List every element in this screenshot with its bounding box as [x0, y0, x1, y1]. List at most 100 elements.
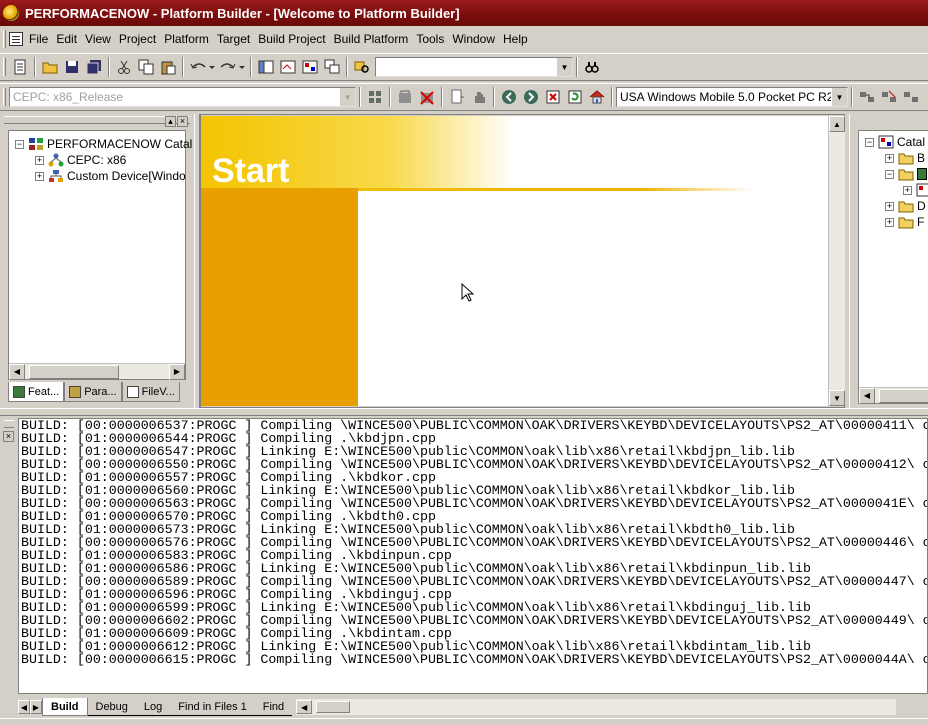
find-combo[interactable]: ▼: [375, 57, 573, 77]
undo-icon[interactable]: [187, 56, 217, 78]
output-hscroll[interactable]: ◀: [296, 699, 897, 715]
build-icon[interactable]: [364, 86, 386, 108]
new-file-icon[interactable]: [9, 56, 31, 78]
scroll-left-icon[interactable]: ◀: [9, 363, 25, 380]
windows-list-icon[interactable]: [321, 56, 343, 78]
catalog-item[interactable]: + D: [885, 199, 926, 213]
expand-icon[interactable]: +: [903, 185, 912, 195]
catalog-root[interactable]: − Catal: [865, 135, 925, 149]
pin-icon[interactable]: ▴: [165, 116, 176, 127]
tab-feature-view[interactable]: Feat...: [8, 382, 65, 402]
pane-gripper[interactable]: [4, 116, 190, 124]
hand-icon[interactable]: [468, 86, 490, 108]
app-icon[interactable]: [3, 5, 19, 21]
paste-icon[interactable]: [157, 56, 179, 78]
device-disconnect-icon[interactable]: [878, 86, 900, 108]
copy-icon[interactable]: [135, 56, 157, 78]
collapse-icon[interactable]: −: [885, 169, 894, 179]
chevron-down-icon[interactable]: ▼: [831, 88, 847, 106]
toolbar-separator: [108, 57, 110, 77]
scroll-down-icon[interactable]: ▼: [829, 390, 845, 406]
close-icon[interactable]: ×: [3, 431, 14, 442]
open-folder-icon[interactable]: [39, 56, 61, 78]
tab-find-in-files-1[interactable]: Find in Files 1: [170, 698, 255, 716]
menu-tools[interactable]: Tools: [412, 32, 448, 46]
catalog-item[interactable]: + F: [885, 215, 924, 229]
refresh-icon[interactable]: [564, 86, 586, 108]
close-icon[interactable]: ×: [177, 116, 188, 127]
workspace-hscroll[interactable]: ◀ ▶: [9, 363, 185, 380]
workspace-window-icon[interactable]: [255, 56, 277, 78]
catalog-subitem[interactable]: +: [903, 183, 928, 197]
save-all-icon[interactable]: [83, 56, 105, 78]
clean-icon[interactable]: [416, 86, 438, 108]
chevron-down-icon[interactable]: ▼: [556, 58, 572, 76]
redo-icon[interactable]: [217, 56, 247, 78]
tree-root[interactable]: − PERFORMACENOW Catal: [15, 137, 192, 151]
toolbar-grip[interactable]: [3, 88, 6, 106]
tab-find[interactable]: Find: [254, 698, 293, 716]
menu-edit[interactable]: Edit: [52, 32, 81, 46]
scroll-left-icon[interactable]: ◀: [859, 387, 875, 404]
output-window-icon[interactable]: [277, 56, 299, 78]
menu-window[interactable]: Window: [448, 32, 499, 46]
menu-build-project[interactable]: Build Project: [254, 32, 329, 46]
scroll-right-icon[interactable]: ▶: [169, 363, 185, 380]
menu-file[interactable]: File: [25, 32, 52, 46]
expand-icon[interactable]: +: [885, 201, 894, 211]
tree-item-custom-device[interactable]: + Custom Device[Windo: [35, 169, 186, 183]
find-in-files-icon[interactable]: [351, 56, 373, 78]
catalog-window-icon[interactable]: [299, 56, 321, 78]
cut-icon[interactable]: [113, 56, 135, 78]
tab-build[interactable]: Build: [42, 698, 88, 716]
menu-platform[interactable]: Platform: [160, 32, 213, 46]
tab-file-view[interactable]: FileV...: [121, 382, 180, 402]
home-icon[interactable]: [586, 86, 608, 108]
scroll-thumb[interactable]: [29, 364, 119, 379]
scroll-up-icon[interactable]: ▲: [829, 116, 845, 132]
device-settings-icon[interactable]: [900, 86, 922, 108]
configuration-combo[interactable]: CEPC: x86_Release ▼: [9, 87, 356, 107]
document-icon[interactable]: [9, 32, 23, 46]
collapse-icon[interactable]: −: [865, 137, 874, 147]
expand-icon[interactable]: +: [885, 153, 894, 163]
start-vscroll[interactable]: ▲ ▼: [828, 116, 845, 406]
horizontal-splitter[interactable]: [0, 408, 928, 416]
menu-build-platform[interactable]: Build Platform: [330, 32, 413, 46]
rebuild-icon[interactable]: [394, 86, 416, 108]
menubar-grip[interactable]: [3, 30, 6, 48]
selected-item[interactable]: [917, 168, 927, 180]
forward-arrow-icon[interactable]: [520, 86, 542, 108]
menu-target[interactable]: Target: [213, 32, 254, 46]
expand-icon[interactable]: +: [35, 171, 44, 181]
scroll-thumb[interactable]: [316, 701, 351, 713]
catalog-item-open[interactable]: −: [885, 167, 927, 181]
output-window[interactable]: BUILD: [00:0000006537:PROGC ] Compiling …: [18, 418, 928, 694]
back-arrow-icon[interactable]: [498, 86, 520, 108]
document-copy-icon[interactable]: [446, 86, 468, 108]
toolbar-grip[interactable]: [3, 58, 6, 76]
catalog-hscroll[interactable]: ◀: [859, 387, 928, 404]
tree-item-cepc[interactable]: + CEPC: x86: [35, 153, 126, 167]
menu-view[interactable]: View: [81, 32, 115, 46]
expand-icon[interactable]: +: [885, 217, 894, 227]
tab-scroll-right-icon[interactable]: ▶: [30, 700, 42, 714]
scroll-thumb[interactable]: [879, 388, 928, 403]
tab-debug[interactable]: Debug: [87, 698, 136, 716]
find-icon[interactable]: [581, 56, 603, 78]
tab-parameter-view[interactable]: Para...: [64, 382, 122, 402]
menu-project[interactable]: Project: [115, 32, 160, 46]
tab-log[interactable]: Log: [135, 698, 171, 716]
sdk-combo[interactable]: USA Windows Mobile 5.0 Pocket PC R2 Em ▼: [616, 87, 848, 107]
collapse-icon[interactable]: −: [15, 139, 24, 149]
save-icon[interactable]: [61, 56, 83, 78]
expand-icon[interactable]: +: [35, 155, 44, 165]
scroll-left-icon[interactable]: ◀: [296, 700, 313, 714]
tab-scroll-left-icon[interactable]: ◀: [18, 700, 30, 714]
catalog-item[interactable]: + B: [885, 151, 925, 165]
menu-help[interactable]: Help: [499, 32, 532, 46]
chevron-down-icon[interactable]: ▼: [339, 88, 355, 106]
stop-icon[interactable]: [542, 86, 564, 108]
device-connect-icon[interactable]: [856, 86, 878, 108]
output-gripper[interactable]: [4, 420, 14, 428]
